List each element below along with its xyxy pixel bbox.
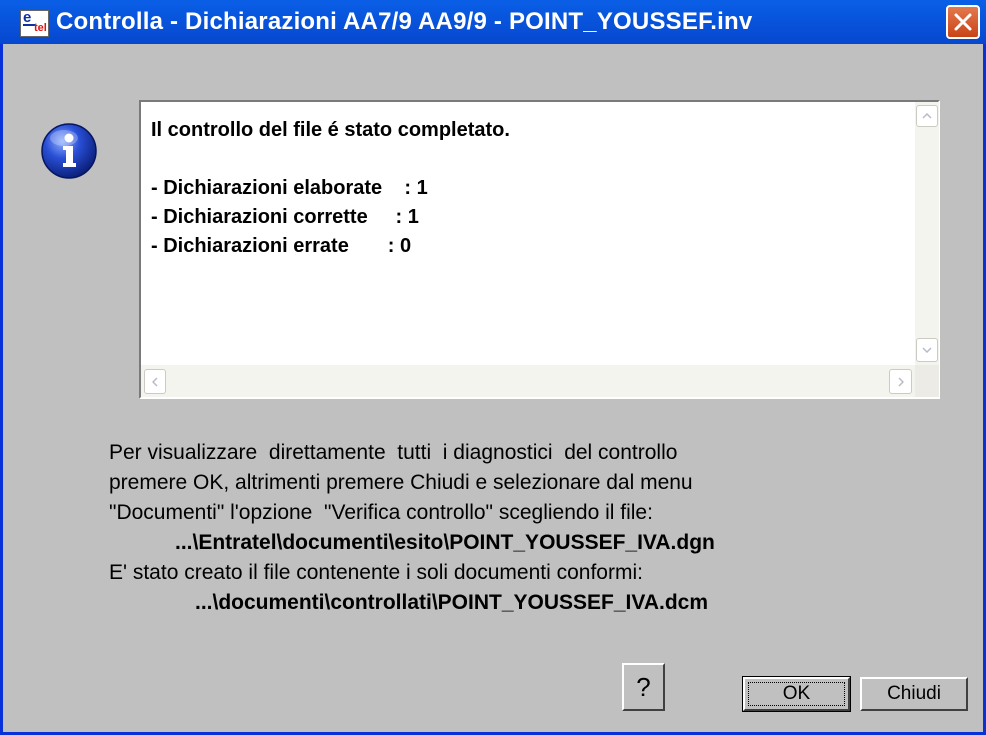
diagnostics-file-path: ...\Entratel\documenti\esito\POINT_YOUSS… — [175, 531, 715, 554]
message-line: premere OK, altrimenti premere Chiudi e … — [109, 471, 693, 494]
scroll-left-button[interactable] — [144, 369, 166, 394]
focus-ring — [748, 682, 845, 706]
vertical-scrollbar[interactable] — [915, 102, 939, 365]
chevron-up-icon — [922, 113, 932, 119]
scroll-up-button[interactable] — [916, 105, 938, 127]
result-line: Il controllo del file é stato completato… — [151, 119, 510, 141]
entratel-app-icon[interactable]: e tel — [20, 10, 49, 37]
scroll-down-button[interactable] — [916, 338, 938, 362]
conform-file-path: ...\documenti\controllati\POINT_YOUSSEF_… — [195, 591, 709, 614]
info-icon — [41, 123, 97, 179]
close-window-button[interactable] — [946, 5, 980, 39]
scroll-right-button[interactable] — [889, 369, 912, 394]
chevron-left-icon — [152, 376, 158, 387]
message-line: Per visualizzare direttamente tutti i di… — [109, 441, 678, 464]
chiudi-button[interactable]: Chiudi — [860, 677, 968, 711]
result-line: - Dichiarazioni corrette : 1 — [151, 206, 419, 228]
message-line: "Documenti" l'opzione "Verifica controll… — [109, 501, 653, 524]
chevron-right-icon — [897, 376, 904, 387]
result-text: Il controllo del file é stato completato… — [151, 116, 510, 261]
help-button[interactable]: ? — [622, 663, 665, 711]
window-title: Controlla - Dichiarazioni AA7/9 AA9/9 - … — [56, 8, 753, 35]
message-line: E' stato creato il file contenente i sol… — [109, 561, 643, 584]
dialog-window: e tel Controlla - Dichiarazioni AA7/9 AA9… — [0, 0, 986, 735]
result-line — [151, 145, 510, 174]
result-text-area[interactable]: Il controllo del file é stato completato… — [139, 100, 940, 399]
close-icon — [954, 13, 972, 31]
scrollbar-corner — [915, 365, 939, 397]
title-bar[interactable]: e tel Controlla - Dichiarazioni AA7/9 AA9… — [0, 0, 986, 44]
ok-button[interactable]: OK — [742, 676, 851, 712]
message-block: Per visualizzare direttamente tutti i di… — [109, 438, 969, 618]
horizontal-scrollbar[interactable] — [141, 365, 915, 397]
result-line: - Dichiarazioni errate : 0 — [151, 235, 412, 257]
result-line: - Dichiarazioni elaborate : 1 — [151, 177, 428, 199]
chevron-down-icon — [922, 347, 932, 353]
